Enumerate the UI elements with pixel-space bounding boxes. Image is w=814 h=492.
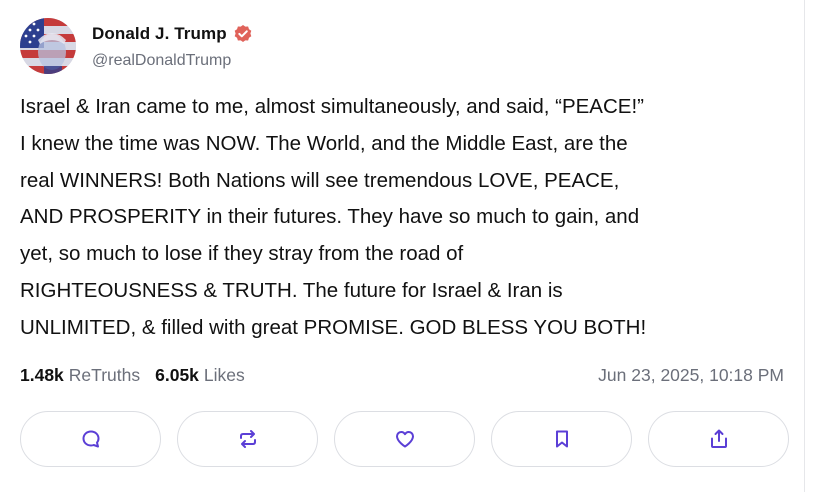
panel-divider	[804, 0, 805, 492]
likes-count[interactable]: 6.05k	[155, 365, 199, 386]
likes-label[interactable]: Likes	[204, 365, 245, 386]
post-card: Donald J. Trump @realDonaldTrump Israel …	[0, 0, 804, 492]
author-handle[interactable]: @realDonaldTrump	[92, 52, 231, 70]
retruths-count[interactable]: 1.48k	[20, 365, 64, 386]
share-button[interactable]	[648, 411, 789, 467]
retruth-icon	[239, 430, 256, 448]
author-display-name[interactable]: Donald J. Trump	[92, 24, 227, 44]
share-icon	[710, 429, 727, 448]
reply-icon	[82, 430, 99, 448]
post-stats: 1.48k ReTruths 6.05k Likes	[20, 365, 245, 386]
heart-icon	[395, 431, 414, 448]
bookmark-icon	[555, 430, 568, 448]
retruths-label[interactable]: ReTruths	[69, 365, 140, 386]
post-body-text: Israel & Iran came to me, almost simulta…	[20, 95, 647, 339]
post-timestamp[interactable]: Jun 23, 2025, 10:18 PM	[598, 365, 784, 386]
avatar[interactable]	[20, 18, 76, 74]
avatar-image	[20, 18, 76, 74]
verified-badge-icon	[233, 24, 253, 44]
author-name-row: Donald J. Trump	[92, 22, 253, 46]
like-button[interactable]	[334, 411, 475, 467]
reply-button[interactable]	[20, 411, 161, 467]
retruth-button[interactable]	[177, 411, 318, 467]
bookmark-button[interactable]	[491, 411, 632, 467]
action-bar	[20, 411, 789, 467]
